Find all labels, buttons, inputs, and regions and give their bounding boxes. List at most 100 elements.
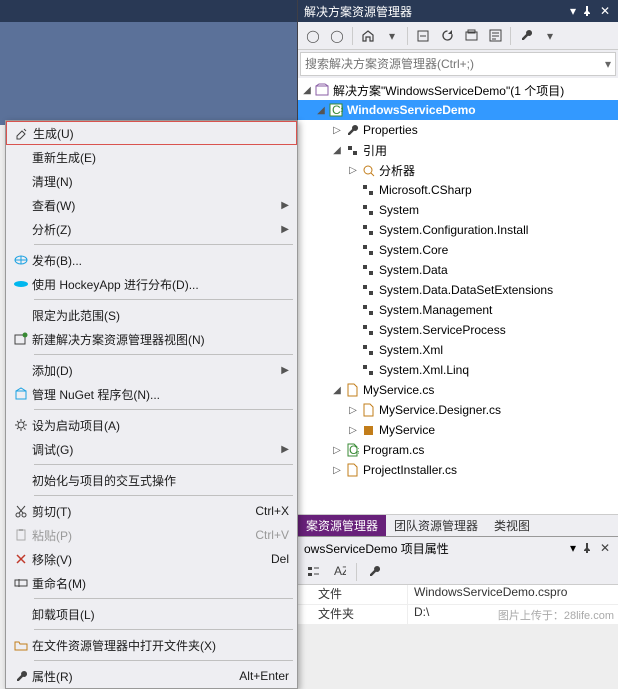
references-node[interactable]: ◢引用 <box>298 140 618 160</box>
reference-item[interactable]: Microsoft.CSharp <box>298 180 618 200</box>
dropdown-icon[interactable]: ▾ <box>570 4 576 18</box>
properties-icon[interactable] <box>484 25 506 47</box>
nuget-icon <box>10 384 32 404</box>
menu-clean[interactable]: 清理(N) <box>6 169 297 193</box>
reference-item[interactable]: System.Data.DataSetExtensions <box>298 280 618 300</box>
separator <box>407 27 408 45</box>
menu-publish[interactable]: 发布(B)... <box>6 248 297 272</box>
submenu-icon: ▶ <box>281 200 289 211</box>
analyzer-node[interactable]: ▷分析器 <box>298 160 618 180</box>
menu-open-folder[interactable]: 在文件资源管理器中打开文件夹(X) <box>6 633 297 657</box>
menu-new-view[interactable]: 新建解决方案资源管理器视图(N) <box>6 327 297 351</box>
back-icon[interactable]: ◯ <box>302 25 324 47</box>
menu-cut[interactable]: 剪切(T)Ctrl+X <box>6 499 297 523</box>
references-icon <box>344 142 360 158</box>
property-key: 文件夹 <box>298 605 408 624</box>
close-icon[interactable]: ✕ <box>598 4 612 18</box>
menu-interactive[interactable]: 初始化与项目的交互式操作 <box>6 468 297 492</box>
tab-solution-explorer[interactable]: 案资源管理器 <box>298 515 386 536</box>
expander-icon[interactable]: ◢ <box>300 85 314 96</box>
expander-icon[interactable]: ▷ <box>330 465 344 476</box>
file-node[interactable]: ▷ProjectInstaller.cs <box>298 460 618 480</box>
refresh-icon[interactable] <box>436 25 458 47</box>
reference-item[interactable]: System.Xml.Linq <box>298 360 618 380</box>
showall-icon[interactable] <box>460 25 482 47</box>
context-menu: 生成(U) 重新生成(E) 清理(N) 查看(W)▶ 分析(Z)▶ 发布(B).… <box>5 120 298 689</box>
menu-build[interactable]: 生成(U) <box>6 121 297 145</box>
dropdown-icon[interactable]: ▾ <box>539 25 561 47</box>
menu-rename[interactable]: 重命名(M) <box>6 571 297 595</box>
reference-item[interactable]: System.Configuration.Install <box>298 220 618 240</box>
reference-item[interactable]: System.Data <box>298 260 618 280</box>
property-row[interactable]: 文件WindowsServiceDemo.cspro <box>298 585 618 605</box>
delete-icon <box>10 549 32 569</box>
menu-startup[interactable]: 设为启动项目(A) <box>6 413 297 437</box>
svg-text:C#: C# <box>332 103 343 117</box>
forward-icon[interactable]: ◯ <box>326 25 348 47</box>
panel-tabs: 案资源管理器 团队资源管理器 类视图 <box>298 514 618 536</box>
file-node[interactable]: ▷MyService.Designer.cs <box>298 400 618 420</box>
categorize-icon[interactable] <box>302 561 324 583</box>
reference-item[interactable]: System <box>298 200 618 220</box>
solution-icon <box>314 82 330 98</box>
sync-icon[interactable]: ▾ <box>381 25 403 47</box>
search-box[interactable]: ▾ <box>300 52 616 76</box>
reference-icon <box>360 262 376 278</box>
menu-nuget[interactable]: 管理 NuGet 程序包(N)... <box>6 382 297 406</box>
search-dropdown-icon[interactable]: ▾ <box>605 57 611 71</box>
tab-team-explorer[interactable]: 团队资源管理器 <box>386 515 486 536</box>
wrench-icon[interactable] <box>515 25 537 47</box>
menu-add[interactable]: 添加(D)▶ <box>6 358 297 382</box>
reference-item[interactable]: System.ServiceProcess <box>298 320 618 340</box>
tab-class-view[interactable]: 类视图 <box>486 515 538 536</box>
pin-icon[interactable] <box>580 4 594 18</box>
expander-icon[interactable]: ▷ <box>330 125 344 136</box>
reference-icon <box>360 342 376 358</box>
menu-properties[interactable]: 属性(R)Alt+Enter <box>6 664 297 688</box>
publish-icon <box>10 250 32 270</box>
menu-separator <box>34 464 293 465</box>
solution-node[interactable]: ◢解决方案"WindowsServiceDemo"(1 个项目) <box>298 80 618 100</box>
menu-analyze[interactable]: 分析(Z)▶ <box>6 217 297 241</box>
properties-title: owsServiceDemo 项目属性 <box>304 540 566 557</box>
menu-remove[interactable]: 移除(V)Del <box>6 547 297 571</box>
pin-icon[interactable] <box>580 541 594 555</box>
menu-rebuild[interactable]: 重新生成(E) <box>6 145 297 169</box>
expander-icon[interactable]: ◢ <box>314 105 328 116</box>
search-input[interactable] <box>305 57 605 71</box>
panel-title: 解决方案资源管理器 <box>304 3 566 20</box>
expander-icon[interactable]: ◢ <box>330 145 344 156</box>
menu-scope[interactable]: 限定为此范围(S) <box>6 303 297 327</box>
wrench-icon <box>344 122 360 138</box>
reference-item[interactable]: System.Management <box>298 300 618 320</box>
home-icon[interactable] <box>357 25 379 47</box>
wrench-icon[interactable] <box>363 561 385 583</box>
properties-node[interactable]: ▷Properties <box>298 120 618 140</box>
solution-tree: ◢解决方案"WindowsServiceDemo"(1 个项目) ◢C#Wind… <box>298 78 618 514</box>
expander-icon[interactable]: ▷ <box>330 445 344 456</box>
expander-icon[interactable]: ▷ <box>346 165 360 176</box>
file-node[interactable]: ◢MyService.cs <box>298 380 618 400</box>
alpha-sort-icon[interactable]: AZ <box>328 561 350 583</box>
expander-icon[interactable]: ▷ <box>346 405 360 416</box>
editor-area <box>0 0 297 125</box>
reference-item[interactable]: System.Core <box>298 240 618 260</box>
collapse-icon[interactable] <box>412 25 434 47</box>
menu-view[interactable]: 查看(W)▶ <box>6 193 297 217</box>
project-node[interactable]: ◢C#WindowsServiceDemo <box>298 100 618 120</box>
menu-hockeyapp[interactable]: 使用 HockeyApp 进行分布(D)... <box>6 272 297 296</box>
menu-separator <box>34 660 293 661</box>
menu-unload[interactable]: 卸载项目(L) <box>6 602 297 626</box>
expander-icon[interactable]: ▷ <box>346 425 360 436</box>
gear-icon <box>10 415 32 435</box>
build-icon <box>11 123 33 143</box>
close-icon[interactable]: ✕ <box>598 541 612 555</box>
file-node[interactable]: ▷C#Program.cs <box>298 440 618 460</box>
submenu-icon: ▶ <box>281 365 289 376</box>
cut-icon <box>10 501 32 521</box>
class-node[interactable]: ▷MyService <box>298 420 618 440</box>
reference-item[interactable]: System.Xml <box>298 340 618 360</box>
dropdown-icon[interactable]: ▾ <box>570 541 576 555</box>
menu-debug[interactable]: 调试(G)▶ <box>6 437 297 461</box>
expander-icon[interactable]: ◢ <box>330 385 344 396</box>
